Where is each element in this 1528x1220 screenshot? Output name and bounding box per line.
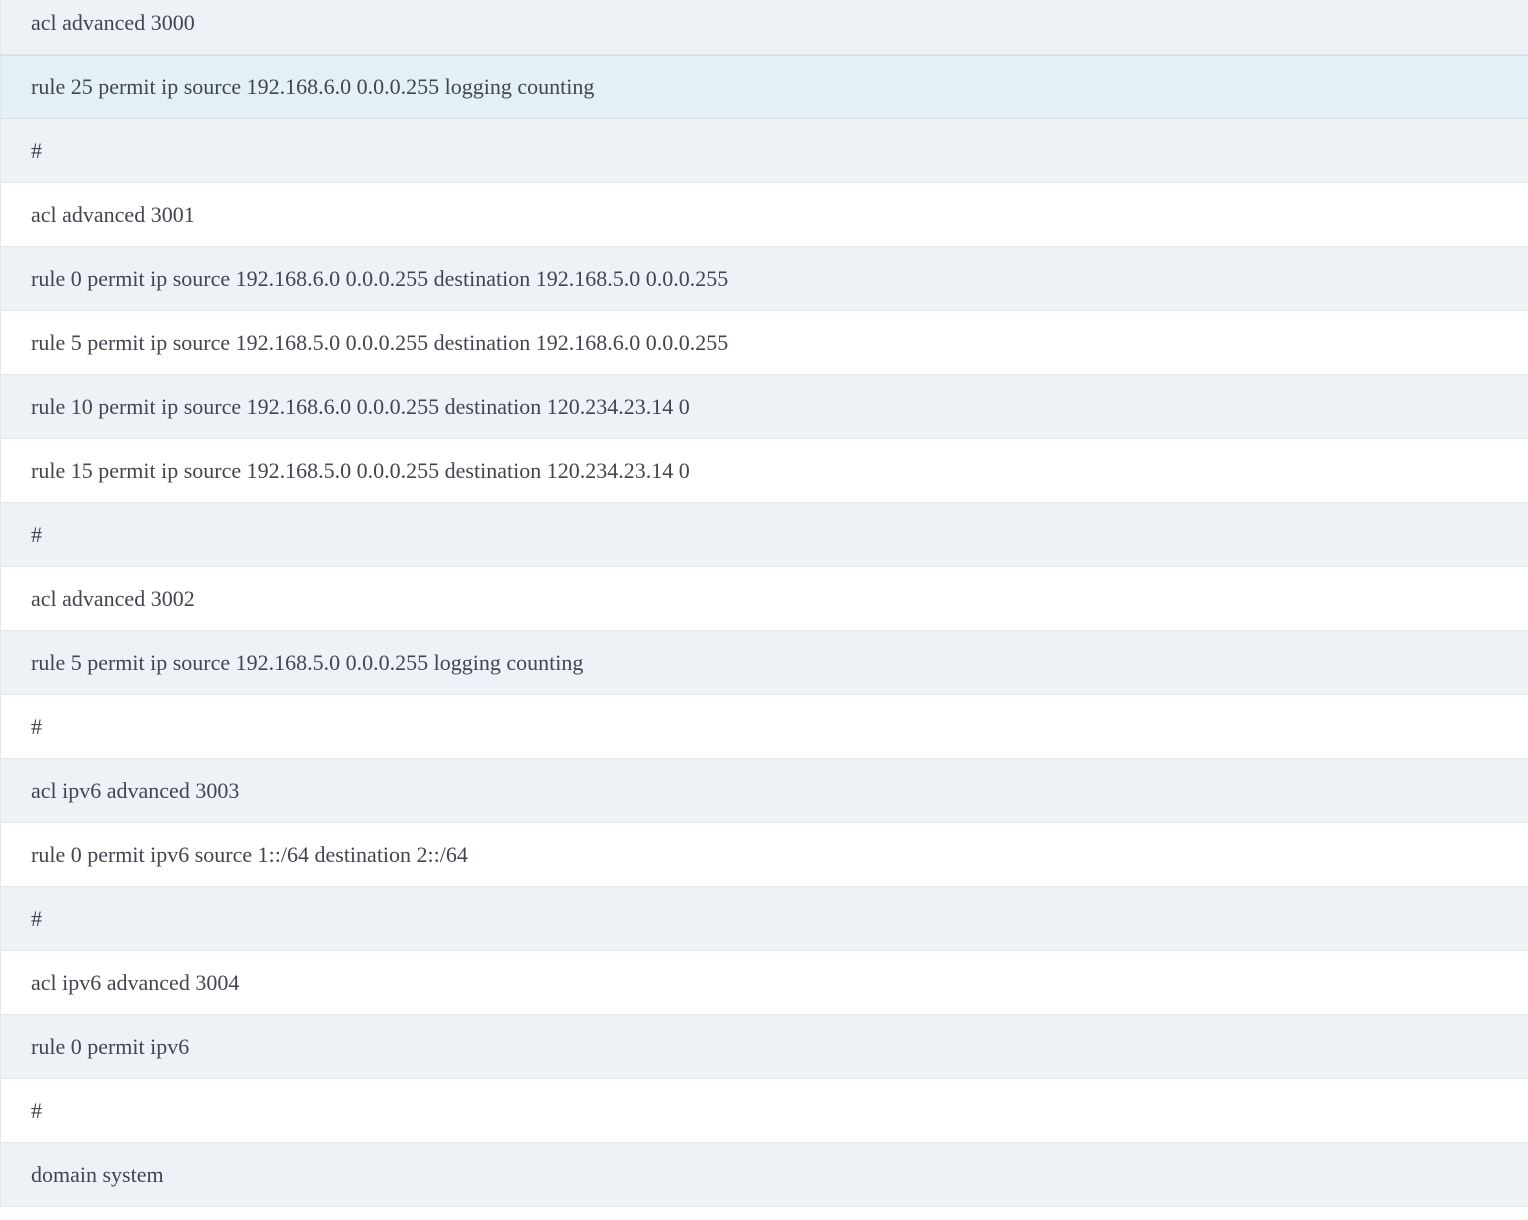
config-line-text: domain system	[31, 1161, 164, 1187]
config-line-row[interactable]: acl ipv6 advanced 3003	[0, 759, 1528, 823]
config-line-row[interactable]: rule 0 permit ipv6 source 1::/64 destina…	[0, 823, 1528, 887]
config-line-text: acl ipv6 advanced 3004	[31, 969, 240, 995]
config-line-text: rule 0 permit ip source 192.168.6.0 0.0.…	[31, 265, 729, 291]
config-line-text: rule 15 permit ip source 192.168.5.0 0.0…	[31, 457, 690, 483]
config-line-row[interactable]: rule 10 permit ip source 192.168.6.0 0.0…	[0, 375, 1528, 439]
config-line-row[interactable]: #	[0, 695, 1528, 759]
config-line-row[interactable]: acl advanced 3001	[0, 183, 1528, 247]
config-line-row[interactable]: acl ipv6 advanced 3004	[0, 951, 1528, 1015]
config-line-row[interactable]: #	[0, 119, 1528, 183]
config-line-text: acl ipv6 advanced 3003	[31, 777, 240, 803]
config-line-row[interactable]: acl advanced 3002	[0, 567, 1528, 631]
config-line-row[interactable]: #	[0, 1079, 1528, 1143]
config-line-text: #	[31, 1097, 42, 1123]
config-line-text: rule 25 permit ip source 192.168.6.0 0.0…	[31, 74, 595, 99]
config-line-row[interactable]: #	[0, 503, 1528, 567]
config-line-text: rule 0 permit ipv6 source 1::/64 destina…	[31, 841, 468, 867]
config-line-text: acl advanced 3002	[31, 585, 195, 611]
config-line-row[interactable]: acl advanced 3000	[0, 0, 1528, 55]
config-line-row[interactable]: rule 5 permit ip source 192.168.5.0 0.0.…	[0, 631, 1528, 695]
config-line-text: #	[31, 905, 42, 931]
config-line-row[interactable]: domain system	[0, 1143, 1528, 1207]
config-line-text: acl advanced 3000	[31, 9, 195, 35]
config-line-text: #	[31, 137, 42, 163]
config-line-text: rule 5 permit ip source 192.168.5.0 0.0.…	[31, 649, 584, 675]
config-line-text: acl advanced 3001	[31, 201, 195, 227]
config-line-row[interactable]: rule 25 permit ip source 192.168.6.0 0.0…	[0, 55, 1528, 119]
config-line-row[interactable]: #	[0, 887, 1528, 951]
config-line-text: rule 10 permit ip source 192.168.6.0 0.0…	[31, 393, 690, 419]
config-line-row[interactable]: rule 15 permit ip source 192.168.5.0 0.0…	[0, 439, 1528, 503]
config-line-text: rule 5 permit ip source 192.168.5.0 0.0.…	[31, 329, 729, 355]
config-line-list: acl advanced 3000 rule 25 permit ip sourc…	[0, 0, 1528, 1207]
config-line-row[interactable]: rule 5 permit ip source 192.168.5.0 0.0.…	[0, 311, 1528, 375]
config-line-text: #	[31, 713, 42, 739]
config-line-text: rule 0 permit ipv6	[31, 1033, 190, 1059]
config-line-text: #	[31, 521, 42, 547]
config-line-row[interactable]: rule 0 permit ip source 192.168.6.0 0.0.…	[0, 247, 1528, 311]
config-line-row[interactable]: rule 0 permit ipv6	[0, 1015, 1528, 1079]
